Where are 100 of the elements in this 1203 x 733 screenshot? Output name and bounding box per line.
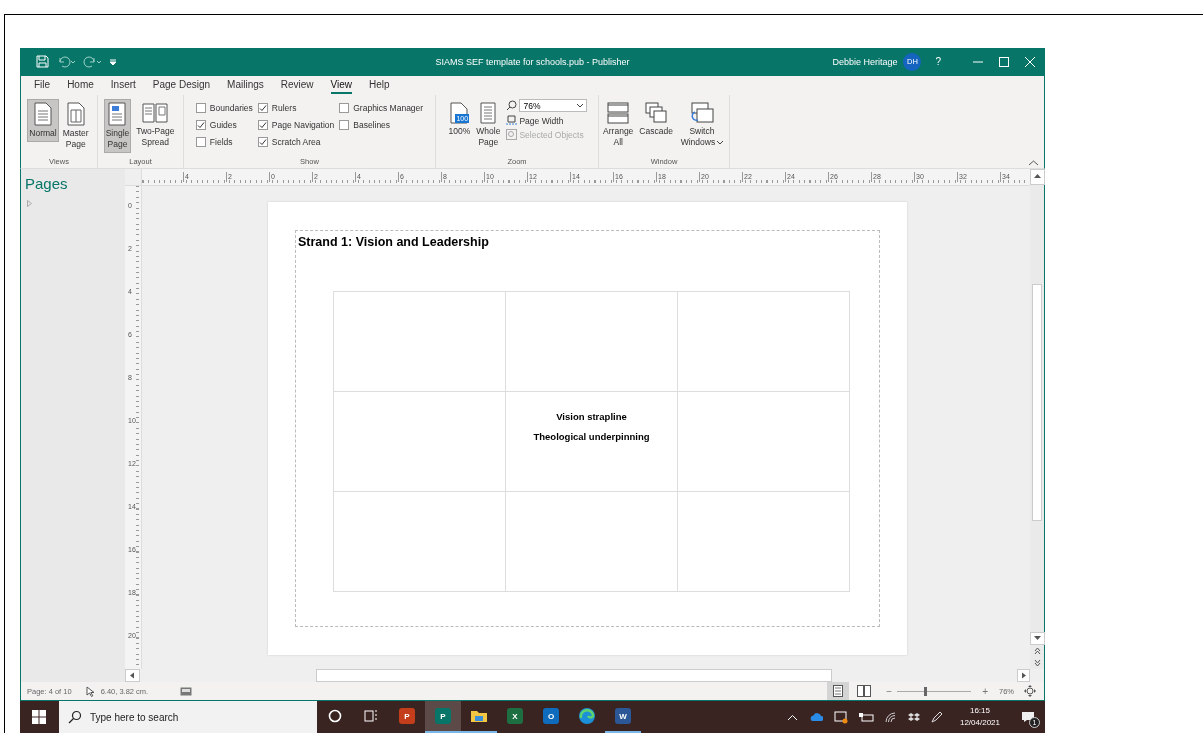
- ribbon-button[interactable]: Normal: [27, 99, 59, 143]
- checkbox[interactable]: [257, 137, 268, 148]
- ribbon-tab[interactable]: View: [330, 76, 353, 94]
- cell-text: Vision strapline: [556, 411, 627, 423]
- taskbar-app[interactable]: O: [533, 701, 569, 733]
- slider-thumb[interactable]: [924, 686, 928, 696]
- scroll-left-icon[interactable]: [125, 669, 140, 683]
- notifications-icon[interactable]: [1021, 711, 1035, 723]
- ribbon-button[interactable]: Single Page: [103, 99, 132, 154]
- ribbon-tab[interactable]: File: [34, 76, 51, 94]
- cursor-icon: [85, 685, 95, 697]
- two-page-icon: [857, 685, 872, 698]
- vertical-scrollbar[interactable]: [1030, 169, 1044, 670]
- ribbon-tab[interactable]: Insert: [110, 76, 136, 94]
- checkbox-option[interactable]: Fields: [195, 135, 253, 150]
- scroll-right-icon[interactable]: [1017, 669, 1030, 683]
- cascade-windows-icon: [645, 102, 668, 125]
- ribbon-tab[interactable]: Help: [369, 76, 390, 94]
- screen-icon[interactable]: [180, 686, 193, 696]
- help-button[interactable]: ?: [935, 56, 941, 68]
- cloud-icon[interactable]: [808, 712, 823, 722]
- horizontal-scrollbar[interactable]: [125, 669, 1030, 683]
- checkbox[interactable]: [195, 137, 206, 148]
- switch-windows-icon: [689, 102, 714, 125]
- browser-icon: [578, 707, 596, 725]
- windows-start-icon[interactable]: [32, 710, 46, 724]
- zoom-dropdown[interactable]: 76%: [519, 99, 588, 113]
- caret-icon: [577, 103, 584, 108]
- zoom-in-button[interactable]: +: [979, 685, 991, 697]
- master-page-icon: [66, 102, 85, 127]
- ribbon-button[interactable]: Two-Page Spread: [133, 99, 178, 152]
- pen-icon[interactable]: [930, 711, 943, 723]
- redo-icon[interactable]: [83, 55, 101, 68]
- page-icon: [480, 102, 497, 125]
- caret-icon: [717, 141, 724, 146]
- scroll-up-icon[interactable]: [1030, 169, 1045, 186]
- checkbox[interactable]: [257, 103, 268, 114]
- fit-page-icon[interactable]: [1024, 685, 1036, 698]
- collapse-ribbon-icon[interactable]: [1029, 160, 1038, 167]
- checkbox-option[interactable]: Page Navigation: [257, 118, 335, 133]
- app-tile-icon: P: [399, 708, 415, 724]
- magnifier-frame-icon: [506, 129, 518, 141]
- taskbar-app[interactable]: P: [389, 701, 425, 733]
- single-page-icon: [833, 685, 844, 698]
- checkbox[interactable]: [195, 120, 206, 131]
- page-heading: Strand 1: Vision and Leadership: [297, 234, 490, 250]
- ribbon-tab[interactable]: Page Design: [152, 76, 211, 94]
- view-button[interactable]: [827, 682, 850, 700]
- scroll-thumb[interactable]: [316, 669, 832, 683]
- ribbon-button[interactable]: Arrange All: [601, 99, 636, 152]
- ribbon-button[interactable]: Cascade: [637, 99, 675, 141]
- user-name[interactable]: Debbie Heritage: [832, 56, 898, 67]
- checkbox[interactable]: [195, 103, 206, 114]
- zoom-out-button[interactable]: −: [883, 685, 896, 697]
- undo-icon[interactable]: [57, 55, 75, 68]
- window-title: SIAMS SEF template for schools.pub - Publisher: [435, 56, 630, 67]
- ribbon-button[interactable]: Switch Windows: [676, 99, 727, 152]
- wifi-icon[interactable]: [884, 711, 897, 723]
- taskbar-app[interactable]: X: [497, 701, 533, 733]
- checkbox[interactable]: [257, 120, 268, 131]
- checkbox-option[interactable]: Boundaries: [195, 101, 253, 116]
- ribbon-button[interactable]: Master Page: [60, 99, 91, 154]
- folder-icon: [470, 709, 488, 723]
- app-tile-icon: W: [615, 708, 631, 724]
- taskbar-search-field[interactable]: Type here to search: [59, 701, 317, 733]
- dropbox-icon[interactable]: [907, 711, 920, 723]
- page-width-button[interactable]: Page Width: [506, 115, 588, 127]
- taskbar-app[interactable]: P: [425, 701, 461, 733]
- single-page-icon: [108, 102, 127, 127]
- close-icon[interactable]: [1025, 56, 1035, 67]
- scroll-down-icon[interactable]: [1030, 632, 1045, 646]
- checkbox-option[interactable]: Scratch Area: [257, 135, 335, 150]
- task-view-icon: [364, 709, 378, 723]
- whole-page-button[interactable]: Whole Page: [474, 99, 503, 152]
- pane-title: Pages: [25, 175, 69, 193]
- customize-icon[interactable]: [109, 57, 117, 66]
- app-tile-icon: O: [543, 708, 559, 724]
- clock[interactable]: 16:15 12/04/2021: [959, 705, 1000, 729]
- ribbon-tab[interactable]: Review: [280, 76, 314, 94]
- checkbox[interactable]: [339, 103, 350, 114]
- two-page-icon: [142, 102, 169, 125]
- page-icon: [34, 102, 52, 127]
- page-width-icon: [506, 115, 518, 127]
- checkbox-option[interactable]: Graphics Manager: [339, 101, 424, 116]
- maximize-icon[interactable]: [999, 56, 1009, 67]
- checkbox-option[interactable]: Guides: [195, 118, 253, 133]
- checkbox[interactable]: [339, 120, 350, 131]
- app-tile-icon: P: [435, 708, 451, 724]
- taskbar-app[interactable]: W: [605, 701, 641, 733]
- cell-text: Theological underpinning: [533, 431, 650, 443]
- chevron-up-icon[interactable]: [786, 713, 798, 721]
- ribbon-tab[interactable]: Home: [67, 76, 94, 94]
- checkbox-option[interactable]: Baselines: [339, 118, 424, 133]
- arrange-windows-icon: [607, 102, 630, 125]
- save-icon[interactable]: [36, 55, 49, 69]
- ribbon-tab[interactable]: Mailings: [227, 76, 264, 94]
- checkbox-option[interactable]: Rulers: [257, 101, 335, 116]
- scroll-thumb[interactable]: [1032, 284, 1042, 522]
- app-tile-icon: X: [507, 708, 523, 724]
- search-icon: [506, 100, 518, 112]
